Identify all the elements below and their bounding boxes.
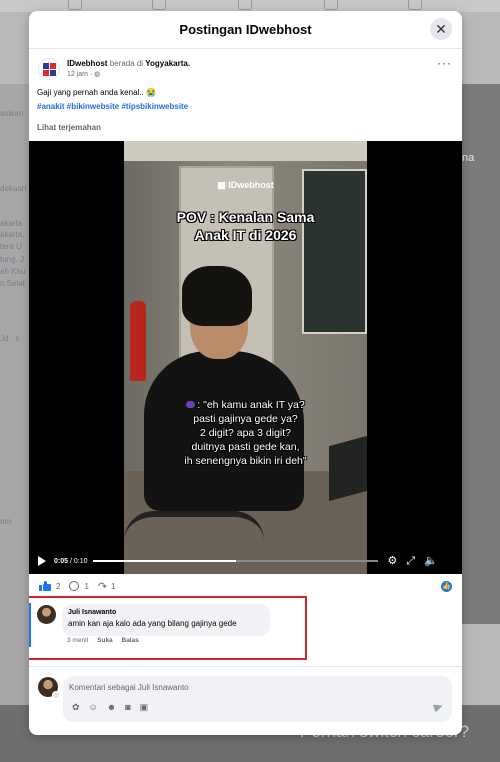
video-player[interactable]: ▦ IDwebhost POV : Kenalan Sama Anak IT d… bbox=[29, 141, 462, 574]
mute-icon[interactable]: 🔈 bbox=[424, 556, 438, 567]
background-left-column bbox=[0, 84, 30, 724]
speech-bubble-icon bbox=[186, 401, 196, 408]
watermark-icon: ▦ bbox=[217, 180, 226, 190]
like-count: 2 bbox=[56, 581, 61, 591]
commenter-avatar[interactable] bbox=[37, 605, 56, 624]
modal-title: Postingan IDwebhost bbox=[179, 22, 312, 37]
share-icon: ↷ bbox=[97, 580, 108, 593]
background-text: akarta, bbox=[0, 230, 25, 239]
video-progress-fill bbox=[93, 560, 236, 562]
caption-line: 2 digit? apa 3 digit? bbox=[199, 427, 292, 439]
post-meta: IDwebhost berada di Yogyakarta. 12 jam ·… bbox=[67, 58, 190, 80]
video-scene-hair bbox=[182, 266, 252, 326]
reaction-bar: 2 1 ↷ 1 👍 bbox=[39, 579, 452, 593]
post-text: Gaji yang pernah anda kenal.. bbox=[37, 88, 144, 97]
comment-accent-bar bbox=[29, 603, 31, 647]
gif-icon[interactable]: ▣ bbox=[140, 702, 149, 713]
comment-button[interactable]: 1 bbox=[69, 581, 89, 591]
comment-time[interactable]: 3 menit bbox=[67, 637, 88, 644]
post-caption: Gaji yang pernah anda kenal.. 😭 bbox=[37, 87, 156, 99]
video-scene-extinguisher bbox=[130, 301, 146, 381]
comment-composer: ✿ ☺ ☻ ◙ ▣ bbox=[63, 676, 452, 722]
video-progress-bar[interactable] bbox=[93, 560, 379, 562]
post-time[interactable]: 12 jam · bbox=[67, 71, 92, 78]
background-text: .id · s bbox=[0, 334, 20, 343]
caption-line: : "eh kamu anak IT ya? bbox=[197, 399, 305, 411]
location-link[interactable]: Yogyakarta. bbox=[145, 59, 190, 68]
background-text: ah Khu bbox=[0, 267, 26, 276]
video-icon bbox=[152, 0, 166, 10]
background-text: dekaan bbox=[0, 184, 27, 193]
author-name[interactable]: IDwebhost bbox=[67, 59, 107, 68]
video-scene-ceiling bbox=[124, 141, 367, 161]
background-text: tera U bbox=[0, 242, 22, 251]
share-count: 1 bbox=[111, 581, 116, 591]
background-text: na bbox=[462, 152, 475, 164]
location-prefix: berada di bbox=[109, 59, 144, 68]
like-button[interactable]: 2 bbox=[39, 581, 60, 591]
background-text: tung, J bbox=[0, 255, 25, 264]
comment-icon bbox=[69, 581, 80, 591]
share-button[interactable]: ↷ 1 bbox=[98, 580, 116, 593]
overlay-title-line: POV : Kenalan Sama bbox=[176, 209, 315, 225]
video-overlay-title: POV : Kenalan Sama Anak IT di 2026 bbox=[124, 208, 367, 244]
avatar-icon[interactable]: ☺ bbox=[89, 702, 98, 713]
play-button[interactable] bbox=[38, 556, 46, 566]
comment-author[interactable]: Juli Isnawanto bbox=[68, 609, 264, 616]
fullscreen-icon[interactable]: ⤢ bbox=[406, 556, 415, 567]
duration: / 0:10 bbox=[69, 557, 88, 565]
divider bbox=[29, 666, 462, 667]
current-user-avatar[interactable] bbox=[38, 677, 60, 699]
comment-reply-button[interactable]: Balas bbox=[122, 637, 139, 644]
background-text: om bbox=[0, 517, 12, 526]
modal-header: Postingan IDwebhost ✕ bbox=[29, 11, 462, 49]
crying-emoji: 😭 bbox=[145, 88, 156, 97]
comment-input[interactable] bbox=[69, 680, 439, 694]
friends-icon bbox=[238, 0, 252, 10]
video-watermark: ▦ IDwebhost bbox=[124, 180, 367, 191]
background-text: akarta bbox=[0, 219, 23, 228]
sticker-icon[interactable]: ✿ bbox=[72, 702, 80, 713]
video-controls: 0:05 / 0:10 ⚙ ⤢ 🔈 bbox=[29, 551, 462, 571]
globe-icon: ◍ bbox=[94, 71, 101, 78]
comment-like-button[interactable]: Suka bbox=[97, 637, 113, 644]
send-icon[interactable] bbox=[432, 701, 445, 713]
comment-count: 1 bbox=[84, 581, 89, 591]
post-header: IDwebhost berada di Yogyakarta. 12 jam ·… bbox=[38, 56, 452, 84]
video-scene-window bbox=[302, 169, 367, 334]
video-time: 0:05 / 0:10 bbox=[54, 558, 87, 565]
background-text: n Selat bbox=[0, 279, 25, 288]
post-modal: Postingan IDwebhost ✕ IDwebhost berada d… bbox=[29, 11, 462, 735]
watermark-text: IDwebhost bbox=[228, 180, 274, 190]
comment-bubble: Juli Isnawanto amin kan aja kalo ada yan… bbox=[62, 604, 270, 636]
chevron-down-icon bbox=[52, 691, 60, 699]
composer-tools: ✿ ☺ ☻ ◙ ▣ bbox=[72, 702, 157, 713]
post-hashtags[interactable]: #anakit #bikinwebsite #tipsbikinwebsite bbox=[37, 102, 188, 111]
emoji-icon[interactable]: ☻ bbox=[107, 702, 116, 713]
current-time: 0:05 bbox=[54, 557, 69, 565]
thumbs-up-icon bbox=[39, 581, 51, 591]
caption-line: duitnya pasti gede kan, bbox=[191, 441, 300, 453]
background-text: asikan bbox=[0, 109, 24, 118]
close-button[interactable]: ✕ bbox=[430, 18, 452, 40]
more-options-button[interactable]: ··· bbox=[437, 56, 452, 70]
groups-icon bbox=[408, 0, 422, 10]
comment-text: amin kan aja kalo ada yang bilang gajiny… bbox=[68, 619, 237, 628]
background-right-column bbox=[462, 84, 500, 624]
home-icon bbox=[68, 0, 82, 10]
camera-icon[interactable]: ◙ bbox=[125, 702, 130, 713]
marketplace-icon bbox=[324, 0, 338, 10]
like-reaction-icon[interactable]: 👍 bbox=[441, 580, 452, 592]
comment-actions: 3 menit Suka Balas bbox=[67, 637, 146, 644]
settings-icon[interactable]: ⚙ bbox=[387, 556, 397, 567]
caption-line: pasti gajinya gede ya? bbox=[193, 413, 298, 425]
video-caption: : "eh kamu anak IT ya? pasti gajinya ged… bbox=[124, 398, 367, 468]
video-frame[interactable]: ▦ IDwebhost POV : Kenalan Sama Anak IT d… bbox=[124, 141, 367, 574]
close-icon: ✕ bbox=[435, 20, 447, 37]
more-icon: ··· bbox=[437, 56, 452, 70]
caption-line: ih senengnya bikin iri deh" bbox=[184, 455, 307, 467]
see-translation-link[interactable]: Lihat terjemahan bbox=[37, 123, 101, 132]
page-avatar[interactable] bbox=[38, 58, 60, 80]
overlay-title-line: Anak IT di 2026 bbox=[194, 227, 297, 243]
